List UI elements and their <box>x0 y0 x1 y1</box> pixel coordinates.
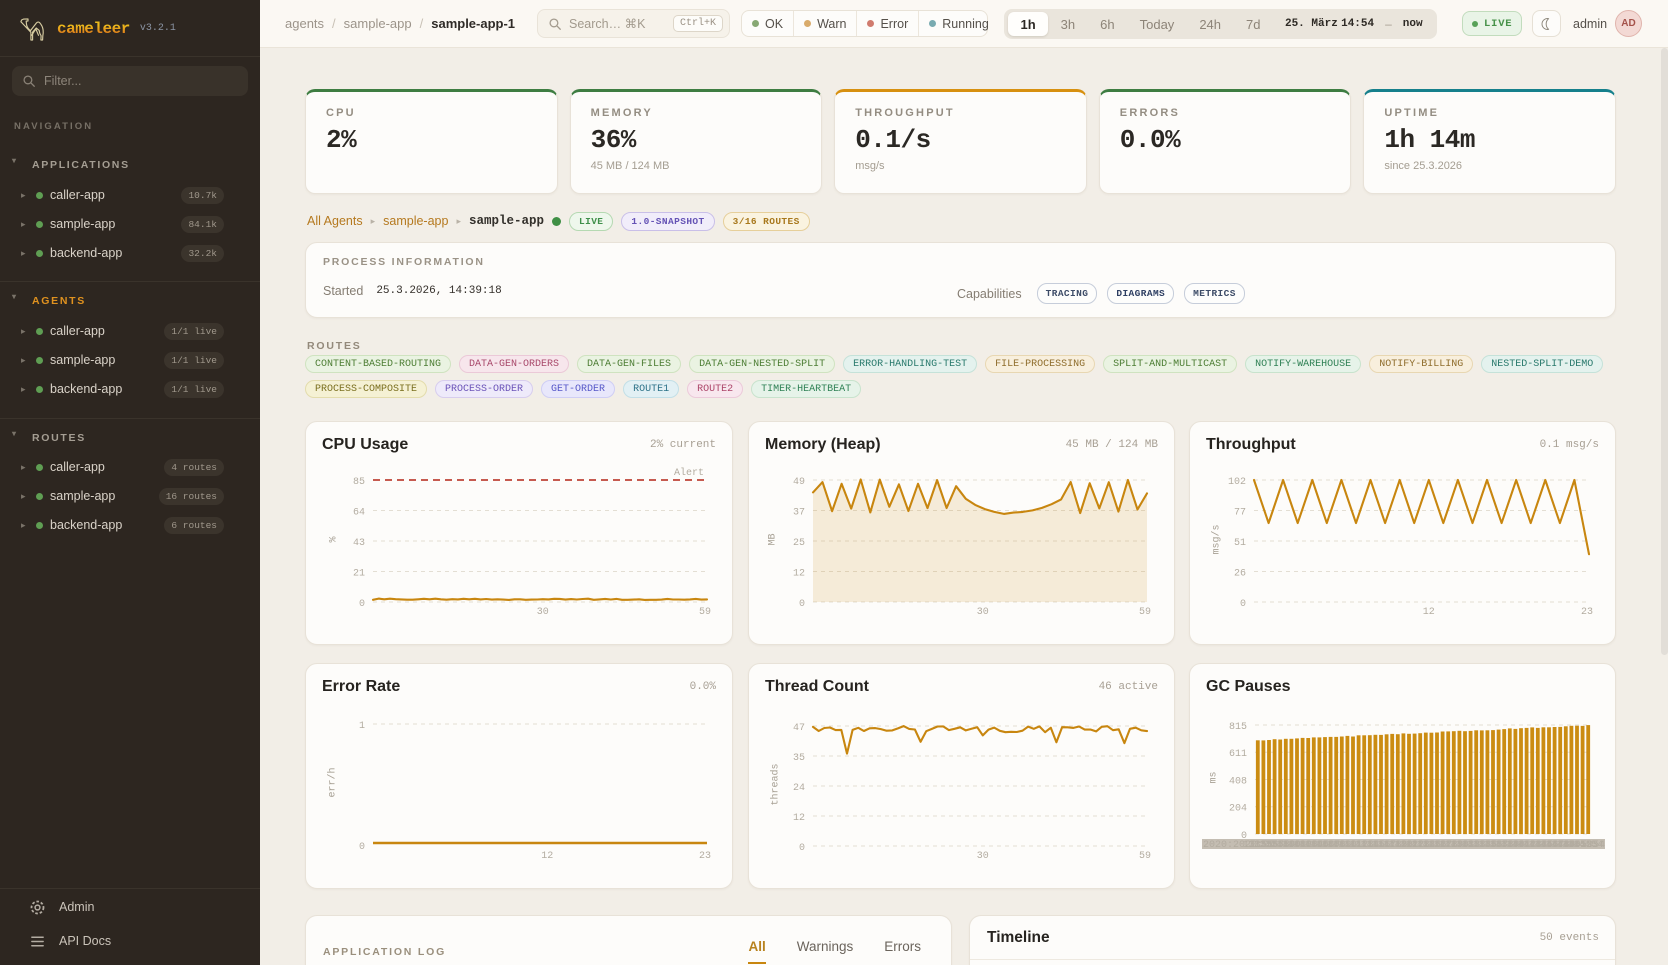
svg-text:30: 30 <box>977 607 989 618</box>
svg-text:12: 12 <box>1423 607 1435 618</box>
svg-text:59: 59 <box>1139 607 1151 618</box>
svg-text:23: 23 <box>1581 607 1593 618</box>
svg-text:21: 21 <box>353 568 365 579</box>
svg-text:0: 0 <box>799 843 805 854</box>
svg-text:102: 102 <box>1228 477 1246 488</box>
svg-text:25: 25 <box>793 538 805 549</box>
svg-text:0: 0 <box>359 599 365 610</box>
svg-text:49: 49 <box>793 477 805 488</box>
svg-text:12: 12 <box>793 813 805 824</box>
svg-text:64: 64 <box>353 507 365 518</box>
svg-text:59: 59 <box>699 607 711 618</box>
svg-text:59: 59 <box>1139 851 1151 862</box>
svg-text:47: 47 <box>793 723 805 734</box>
svg-text:611: 611 <box>1229 749 1247 760</box>
svg-text:23: 23 <box>699 851 711 862</box>
svg-text:85: 85 <box>353 477 365 488</box>
svg-text:35: 35 <box>793 753 805 764</box>
svg-text:1: 1 <box>359 721 365 732</box>
svg-text:815: 815 <box>1229 722 1247 733</box>
svg-text:12: 12 <box>793 568 805 579</box>
svg-text:24: 24 <box>793 783 805 794</box>
svg-text:0: 0 <box>799 599 805 610</box>
svg-text:37: 37 <box>793 507 805 518</box>
svg-text:2020:2020:25: 2020:2020:25 <box>1203 840 1275 851</box>
svg-text:12: 12 <box>541 851 553 862</box>
svg-text:77: 77 <box>1234 507 1246 518</box>
svg-text:43: 43 <box>353 538 365 549</box>
svg-text:30: 30 <box>537 607 549 618</box>
svg-text:0: 0 <box>359 842 365 853</box>
svg-text:51: 51 <box>1234 538 1246 549</box>
svg-text:30: 30 <box>977 851 989 862</box>
svg-text:0: 0 <box>1240 599 1246 610</box>
svg-text:26: 26 <box>1234 568 1246 579</box>
svg-text:Alert: Alert <box>674 467 704 479</box>
svg-text:204: 204 <box>1229 804 1247 815</box>
svg-text:4:5054: 4:5054 <box>1569 840 1605 851</box>
svg-text:408: 408 <box>1229 776 1247 787</box>
